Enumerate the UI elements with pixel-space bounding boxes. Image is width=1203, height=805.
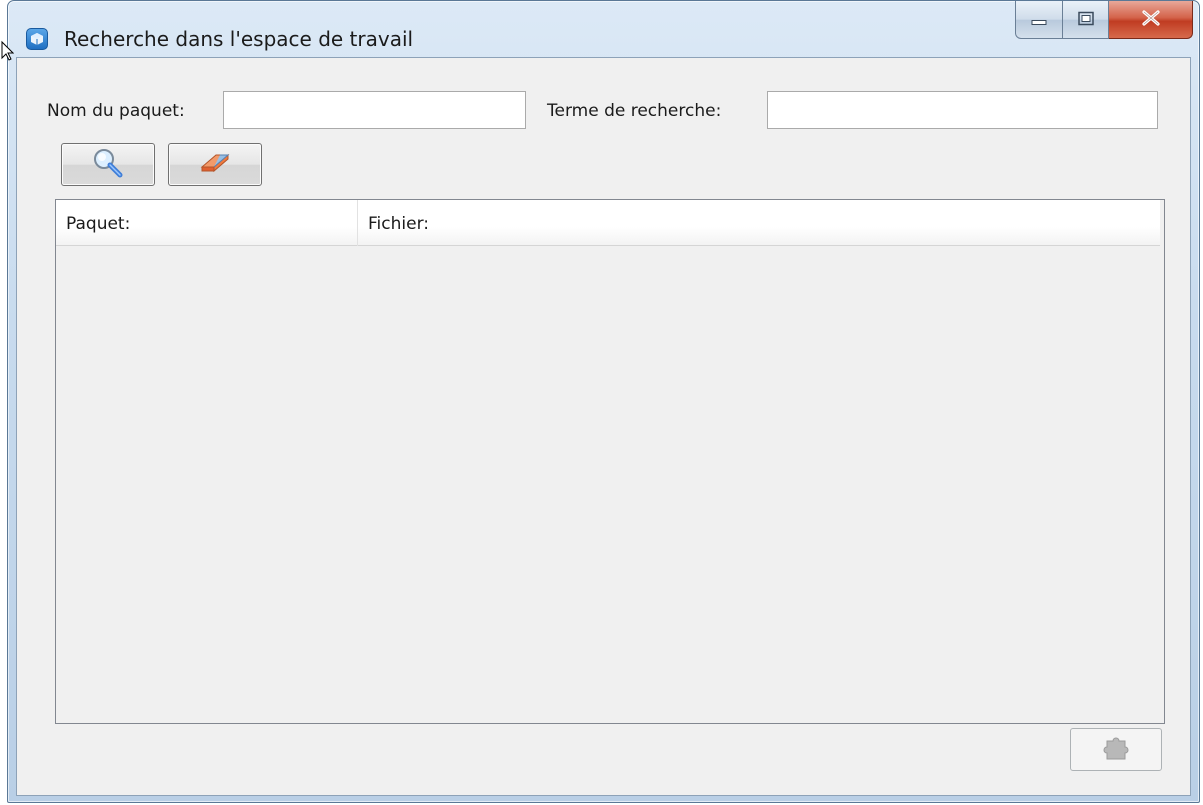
maximize-button[interactable]	[1063, 1, 1109, 39]
package-name-label: Nom du paquet:	[47, 101, 185, 121]
eraser-icon	[198, 151, 232, 179]
close-icon	[1141, 9, 1161, 30]
search-term-input[interactable]	[767, 91, 1158, 129]
results-table[interactable]: Paquet: Fichier:	[55, 199, 1165, 724]
mouse-cursor-icon	[0, 40, 15, 66]
client-area: Nom du paquet: Terme de recherche: Paque…	[16, 57, 1191, 796]
minimize-button[interactable]	[1015, 1, 1063, 39]
table-header: Paquet: Fichier:	[56, 200, 1160, 246]
maximize-icon	[1077, 10, 1094, 29]
action-button[interactable]	[1070, 728, 1162, 771]
window-controls	[1015, 1, 1193, 47]
package-name-input[interactable]	[223, 91, 526, 129]
close-button[interactable]	[1109, 1, 1193, 39]
magnifier-icon	[91, 147, 125, 183]
search-term-label: Terme de recherche:	[547, 101, 722, 121]
app-icon	[26, 28, 48, 50]
column-header-package[interactable]: Paquet:	[56, 200, 358, 246]
app-window: Recherche dans l'espace de travail Nom d…	[7, 0, 1200, 803]
search-button[interactable]	[61, 143, 155, 186]
column-header-file[interactable]: Fichier:	[358, 200, 1160, 246]
clear-button[interactable]	[168, 143, 262, 186]
title-bar[interactable]: Recherche dans l'espace de travail	[8, 1, 1199, 65]
minimize-icon	[1031, 10, 1047, 29]
window-title: Recherche dans l'espace de travail	[64, 27, 414, 51]
puzzle-piece-icon	[1101, 735, 1131, 765]
